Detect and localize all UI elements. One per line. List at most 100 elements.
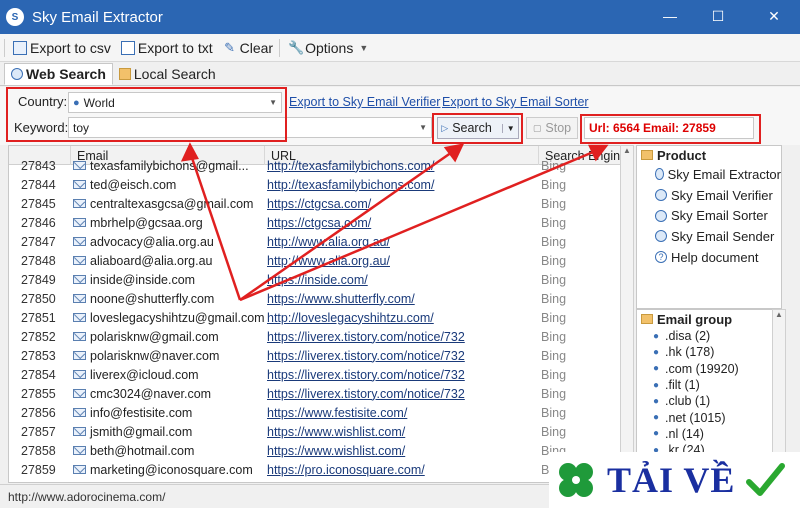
- stop-button[interactable]: ▢ Stop: [526, 117, 578, 139]
- options-button[interactable]: 🔧 Options ▼: [288, 40, 368, 56]
- table-row[interactable]: 27845 centraltexasgcsa@gmail.com https://c…: [9, 194, 632, 213]
- close-button[interactable]: ✕: [764, 6, 784, 26]
- sidebar-item-help[interactable]: ? Help document: [637, 247, 781, 268]
- table-row[interactable]: 27852 polarisknw@gmail.com https://liverex…: [9, 327, 632, 346]
- row-index: 27850: [21, 291, 56, 306]
- table-row[interactable]: 27853 polarisknw@naver.com https://liverex…: [9, 346, 632, 365]
- email-group-item[interactable]: ● .com (19920): [637, 361, 781, 377]
- email-group-item[interactable]: ● .disa (2): [637, 328, 781, 344]
- email-group-label: .hk (178): [665, 345, 715, 360]
- export-csv-button[interactable]: Export to csv: [13, 40, 111, 56]
- clear-button[interactable]: ✎ Clear: [223, 40, 273, 56]
- table-row[interactable]: 27844 ted@eisch.com http://texasfamilybich…: [9, 175, 632, 194]
- bullet-icon: ●: [653, 428, 660, 440]
- email-group-item[interactable]: ● .net (1015): [637, 409, 781, 425]
- table-row[interactable]: 27850 noone@shutterfly.com https://www.shu…: [9, 289, 632, 308]
- table-row[interactable]: 27855 cmc3024@naver.com https://liverex.ti…: [9, 384, 632, 403]
- mail-icon: [73, 351, 86, 360]
- mail-icon: [73, 294, 86, 303]
- url-cell[interactable]: https://www.shutterfly.com/: [265, 289, 537, 308]
- folder-icon: [641, 150, 653, 160]
- mail-icon: [73, 465, 86, 474]
- row-index: 27852: [21, 329, 56, 344]
- email-cell: liverex@icloud.com: [71, 365, 265, 384]
- keyword-input[interactable]: toy ▼: [68, 117, 432, 138]
- export-verifier-link[interactable]: Export to Sky Email Verifier: [289, 95, 440, 109]
- tab-web-search[interactable]: Web Search: [4, 63, 113, 85]
- row-index: 27849: [21, 272, 56, 287]
- url-cell[interactable]: http://loveslegacyshihtzu.com/: [265, 308, 537, 327]
- table-row[interactable]: 27858 beth@hotmail.com https://www.wishlis…: [9, 441, 632, 460]
- table-row[interactable]: 27856 info@festisite.com https://www.festi…: [9, 403, 632, 422]
- tab-local-search-label: Local Search: [133, 66, 216, 82]
- url-cell[interactable]: https://inside.com/: [265, 270, 537, 289]
- email-group-header[interactable]: Email group: [637, 310, 781, 328]
- table-row[interactable]: 27848 aliaboard@alia.org.au http://www.ali…: [9, 251, 632, 270]
- url-cell[interactable]: https://www.festisite.com/: [265, 403, 537, 422]
- tab-local-search[interactable]: Local Search: [113, 63, 222, 85]
- url-cell[interactable]: http://www.alia.org.au/: [265, 232, 537, 251]
- table-row[interactable]: 27843 texasfamilybichons@gmail... http://t…: [9, 156, 632, 175]
- sidebar-item-verifier[interactable]: Sky Email Verifier: [637, 185, 781, 206]
- url-cell[interactable]: https://ctgcsa.com/: [265, 194, 537, 213]
- scroll-up-icon[interactable]: ▲: [621, 146, 633, 155]
- table-row[interactable]: 27849 inside@inside.com https://inside.com…: [9, 270, 632, 289]
- scroll-up-icon[interactable]: ▲: [773, 310, 785, 319]
- table-row[interactable]: 27846 mbrhelp@gcsaa.org https://ctgcsa.com…: [9, 213, 632, 232]
- url-cell[interactable]: https://pro.iconosquare.com/: [265, 460, 537, 479]
- table-row[interactable]: 27857 jsmith@gmail.com https://www.wishlis…: [9, 422, 632, 441]
- globe-icon: [655, 230, 667, 243]
- sidebar-item-sorter[interactable]: Sky Email Sorter: [637, 205, 781, 226]
- maximize-button[interactable]: ☐: [708, 6, 728, 26]
- export-txt-icon: [120, 40, 135, 55]
- url-cell[interactable]: https://liverex.tistory.com/notice/732: [265, 365, 537, 384]
- email-cell: mbrhelp@gcsaa.org: [71, 213, 265, 232]
- row-index: 27854: [21, 367, 56, 382]
- email-value: polarisknw@gmail.com: [90, 329, 219, 344]
- chevron-down-icon[interactable]: ▼: [501, 123, 515, 133]
- stop-icon: ▢: [532, 122, 542, 133]
- product-header[interactable]: Product: [637, 146, 781, 164]
- sidebar-item-sender[interactable]: Sky Email Sender: [637, 226, 781, 247]
- email-value: liverex@icloud.com: [90, 367, 199, 382]
- engine-cell: Bing: [541, 196, 567, 211]
- wrench-icon: 🔧: [288, 39, 305, 55]
- table-scrollbar[interactable]: ▲: [620, 145, 634, 483]
- email-group-item[interactable]: ● .hk (178): [637, 344, 781, 360]
- url-cell[interactable]: http://texasfamilybichons.com/: [265, 175, 537, 194]
- url-cell[interactable]: https://ctgcsa.com/: [265, 213, 537, 232]
- row-index: 27859: [21, 462, 56, 477]
- sidebar-item-label: Sky Email Sender: [671, 228, 775, 244]
- options-label: Options: [305, 39, 354, 56]
- url-cell[interactable]: https://liverex.tistory.com/notice/732: [265, 346, 537, 365]
- table-row[interactable]: 27851 loveslegacyshihtzu@gmail.com http://…: [9, 308, 632, 327]
- email-group-item[interactable]: ● .nl (14): [637, 426, 781, 442]
- url-cell[interactable]: https://liverex.tistory.com/notice/732: [265, 384, 537, 403]
- results-table: Email URL Search Engine 27843 texasfamily…: [8, 145, 633, 483]
- table-row[interactable]: 27847 advocacy@alia.org.au http://www.alia…: [9, 232, 632, 251]
- toolbar-grip: [4, 38, 5, 57]
- table-row[interactable]: 27854 liverex@icloud.com https://liverex.t…: [9, 365, 632, 384]
- globe-icon: [655, 209, 667, 222]
- minimize-button[interactable]: —: [660, 6, 680, 26]
- email-cell: noone@shutterfly.com: [71, 289, 265, 308]
- export-txt-button[interactable]: Export to txt: [120, 40, 213, 56]
- sidebar-item-extractor[interactable]: Sky Email Extractor: [637, 164, 781, 185]
- url-cell[interactable]: https://liverex.tistory.com/notice/732: [265, 327, 537, 346]
- email-group-item[interactable]: ● .club (1): [637, 393, 781, 409]
- url-cell[interactable]: https://www.wishlist.com/: [265, 422, 537, 441]
- export-sorter-link[interactable]: Export to Sky Email Sorter: [442, 95, 589, 109]
- search-button[interactable]: ▷ Search ▼: [437, 117, 519, 139]
- mail-icon: [73, 370, 86, 379]
- url-cell[interactable]: https://www.wishlist.com/: [265, 441, 537, 460]
- email-value: beth@hotmail.com: [90, 443, 195, 458]
- row-index: 27855: [21, 386, 56, 401]
- table-row[interactable]: 27859 marketing@iconosquare.com https://pr…: [9, 460, 632, 479]
- url-cell[interactable]: http://texasfamilybichons.com/: [265, 156, 537, 175]
- engine-cell: Bing: [541, 310, 567, 325]
- url-cell[interactable]: http://www.alia.org.au/: [265, 251, 537, 270]
- email-value: aliaboard@alia.org.au: [90, 253, 213, 268]
- bullet-icon: ●: [653, 346, 660, 358]
- country-select[interactable]: ● World ▼: [68, 92, 282, 113]
- email-group-item[interactable]: ● .filt (1): [637, 377, 781, 393]
